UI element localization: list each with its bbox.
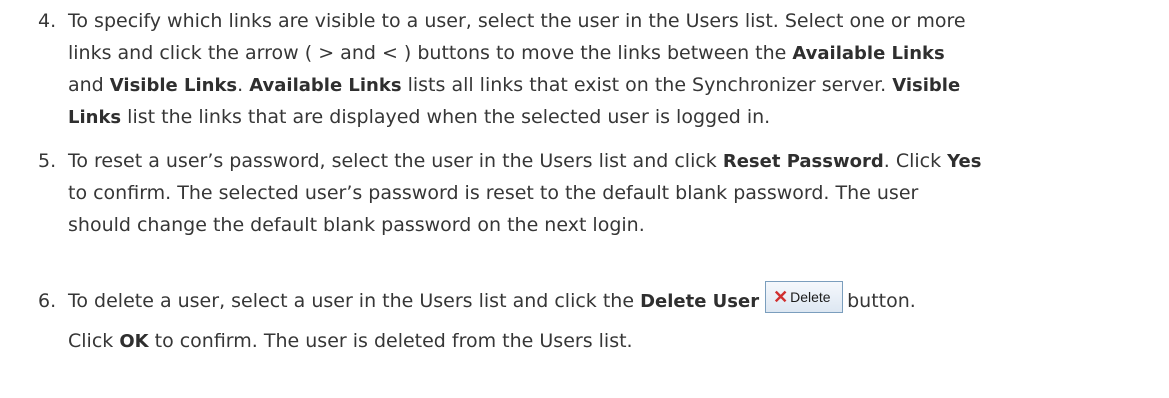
close-x-icon: ✕ [773, 286, 789, 307]
text-run: should change the default blank password… [68, 214, 645, 236]
text-run: to confirm. The selected user’s password… [68, 182, 919, 204]
text-run: lists all links that exist on the Synchr… [401, 74, 893, 96]
bold-term: Yes [947, 151, 982, 172]
text-line: Click OK to confirm. The user is deleted… [68, 325, 1158, 357]
text-line: To reset a user’s password, select the u… [68, 145, 1158, 177]
step-number: 6. [38, 290, 57, 312]
text-run: . [237, 74, 250, 96]
step-text: To specify which links are visible to a … [68, 5, 1158, 133]
delete-button-label: Delete [790, 288, 831, 305]
bold-term: Visible [892, 75, 961, 96]
text-run: . Click [883, 150, 948, 172]
bold-term: Available Links [249, 75, 402, 96]
text-line: should change the default blank password… [68, 209, 1158, 241]
step-text: To reset a user’s password, select the u… [68, 145, 1158, 241]
bold-term: Links [68, 107, 122, 128]
document-page: 4. To specify which links are visible to… [0, 0, 1169, 398]
text-line: To specify which links are visible to a … [68, 5, 1158, 37]
bold-term: Delete User [640, 291, 760, 312]
text-run: Click [68, 330, 120, 352]
step-number: 5. [38, 150, 57, 172]
text-run: To delete a user, select a user in the U… [68, 290, 641, 312]
text-run: links and click the arrow ( > and < ) bu… [68, 42, 793, 64]
text-line: to confirm. The selected user’s password… [68, 177, 1158, 209]
bold-term: Visible Links [109, 75, 238, 96]
text-line: Links list the links that are displayed … [68, 101, 1158, 133]
text-run: list the links that are displayed when t… [121, 106, 771, 128]
step-number: 4. [38, 10, 57, 32]
text-line: To delete a user, select a user in the U… [68, 280, 1158, 317]
text-line: links and click the arrow ( > and < ) bu… [68, 37, 1158, 69]
delete-button-image: ✕ Delete [765, 280, 844, 313]
bold-term: Reset Password [722, 151, 884, 172]
text-run: to confirm. The user is deleted from the… [148, 330, 633, 352]
text-run: and [68, 74, 110, 96]
bold-term: Available Links [792, 43, 945, 64]
bold-term: OK [119, 331, 149, 352]
step-text: To delete a user, select a user in the U… [68, 280, 1158, 357]
text-line: and Visible Links. Available Links lists… [68, 69, 1158, 101]
text-run: To specify which links are visible to a … [68, 10, 966, 32]
text-run: To reset a user’s password, select the u… [68, 150, 723, 172]
text-run: button. [847, 290, 916, 312]
